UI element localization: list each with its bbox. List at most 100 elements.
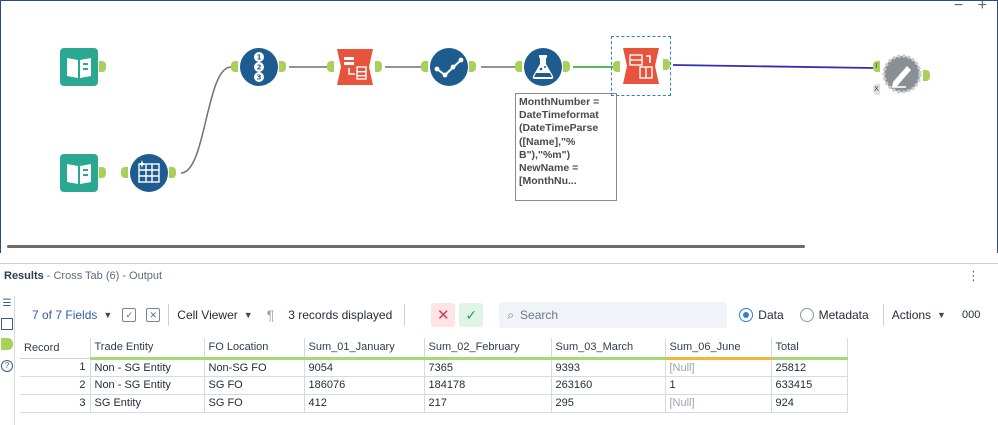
cell-sum-06-june[interactable]: [Null] [665, 394, 772, 413]
input-anchor[interactable] [421, 61, 428, 72]
cell-sum-02-february[interactable]: 7365 [424, 358, 552, 377]
actions-dropdown[interactable]: Actions ▼ [892, 302, 946, 328]
cell-total[interactable]: 633415 [771, 376, 848, 395]
output-anchor[interactable] [663, 59, 670, 70]
cell-fo-location[interactable]: Non-SG FO [204, 358, 305, 377]
chevron-down-icon: ▼ [103, 310, 113, 320]
cell-viewer-dropdown[interactable]: Cell Viewer ▼ [177, 302, 252, 328]
toolbar-divider [168, 304, 170, 326]
cell-record[interactable]: 1 [20, 358, 91, 377]
cell-sum-06-june[interactable]: 1 [665, 376, 772, 395]
output-anchor[interactable] [375, 61, 382, 72]
cross-tab-icon [623, 48, 659, 84]
more-button[interactable]: 000 [962, 309, 980, 321]
cell-fo-location[interactable]: SG FO [204, 376, 305, 395]
workflow-canvas[interactable]: − + 1 2 3 MonthNumber = DateTimeformat (… [0, 0, 998, 253]
input-data-tool-2[interactable] [59, 153, 99, 193]
data-radio[interactable]: Data [739, 302, 784, 328]
cell-total[interactable]: 924 [771, 394, 848, 413]
output-anchor[interactable] [563, 61, 570, 72]
close-box-icon[interactable]: ✕ [146, 308, 161, 322]
table-row[interactable]: 3 SG Entity SG FO 412 217 295 [Null] 924 [20, 394, 848, 413]
cell-trade-entity[interactable]: Non - SG Entity [90, 376, 205, 395]
column-header-sum-03-march[interactable]: Sum_03_March [551, 338, 666, 360]
column-header-trade-entity[interactable]: Trade Entity [90, 338, 205, 360]
help-icon[interactable]: ? [1, 360, 13, 372]
checkmark-icon: ✓ [465, 306, 478, 323]
pilcrow-icon[interactable]: ¶ [267, 307, 275, 323]
cell-sum-03-march[interactable]: 263160 [551, 376, 666, 395]
record-id-tool[interactable]: 1 2 3 [239, 47, 279, 87]
cell-record[interactable]: 2 [20, 376, 91, 395]
output-anchor[interactable] [469, 61, 476, 72]
toolbar-divider [404, 304, 406, 326]
checkbox-edit-icon[interactable]: ✓ [122, 308, 137, 322]
cell-viewer-label: Cell Viewer [177, 308, 238, 322]
cell-trade-entity[interactable]: SG Entity [90, 394, 205, 413]
column-header-sum-02-february[interactable]: Sum_02_February [424, 338, 552, 360]
close-icon: ✕ [436, 307, 450, 324]
table-view-icon[interactable] [1, 318, 13, 330]
more-options-icon[interactable]: ⋮ [967, 268, 980, 284]
table-row[interactable]: 2 Non - SG Entity SG FO 186076 184178 263160 1… [20, 376, 848, 395]
svg-text:3: 3 [257, 74, 262, 82]
column-header-record[interactable]: Record [20, 338, 91, 359]
cell-sum-01-january[interactable]: 186076 [304, 376, 425, 395]
input-anchor-secondary[interactable]: X [873, 84, 880, 95]
cancel-button[interactable]: ✕ [431, 303, 456, 327]
cell-sum-06-june[interactable]: [Null] [665, 358, 772, 377]
input-anchor[interactable] [231, 61, 238, 72]
results-toolbar: 7 of 7 Fields ▼ ✓ ✕ Cell Viewer ▼ ¶ 3 re… [18, 300, 998, 330]
chevron-down-icon: ▼ [937, 310, 946, 320]
column-header-sum-01-january[interactable]: Sum_01_January [304, 338, 425, 360]
cell-sum-01-january[interactable]: 412 [304, 394, 425, 413]
cell-sum-01-january[interactable]: 9054 [304, 358, 425, 377]
list-view-icon[interactable]: ☰ [1, 298, 13, 310]
transpose-icon [337, 49, 373, 85]
canvas-horizontal-scrollbar[interactable] [7, 245, 805, 248]
cell-fo-location[interactable]: SG FO [204, 394, 305, 413]
cell-record[interactable]: 3 [20, 394, 91, 413]
cell-sum-03-march[interactable]: 295 [551, 394, 666, 413]
search-box[interactable]: ⌕ [499, 302, 728, 328]
cell-sum-02-february[interactable]: 217 [424, 394, 552, 413]
formula-tool[interactable] [523, 47, 563, 87]
output-anchor[interactable] [99, 167, 106, 178]
cell-total[interactable]: 25812 [771, 358, 848, 377]
search-input[interactable] [520, 308, 711, 322]
column-header-sum-06-june[interactable]: Sum_06_June [665, 338, 772, 360]
input-anchor[interactable]: I [873, 61, 880, 72]
toolbar-divider [882, 304, 884, 326]
column-header-fo-location[interactable]: FO Location [204, 338, 305, 360]
anchor-select-icon[interactable] [1, 338, 13, 350]
input-anchor[interactable] [121, 167, 128, 178]
cell-trade-entity[interactable]: Non - SG Entity [90, 358, 205, 377]
fields-dropdown[interactable]: 7 of 7 Fields ▼ [32, 302, 112, 328]
cross-tab-tool[interactable] [621, 46, 661, 86]
accept-button[interactable]: ✓ [459, 303, 484, 327]
metadata-radio[interactable]: Metadata [799, 302, 869, 328]
dynamic-input-tool[interactable] [129, 153, 169, 193]
results-table: Record Trade Entity FO Location Sum_01_J… [20, 338, 848, 413]
output-anchor[interactable] [169, 167, 176, 178]
table-row[interactable]: 1 Non - SG Entity Non-SG FO 9054 7365 9393 [Nu… [20, 358, 848, 377]
actions-label: Actions [891, 308, 932, 322]
input-data-tool-1[interactable] [59, 47, 99, 87]
output-anchor[interactable] [923, 70, 930, 81]
cell-sum-03-march[interactable]: 9393 [551, 358, 666, 377]
input-anchor[interactable] [515, 61, 522, 72]
output-anchor[interactable] [99, 61, 106, 72]
input-anchor[interactable] [613, 61, 620, 72]
output-anchor[interactable] [279, 61, 286, 72]
grid-sparkle-icon [130, 154, 168, 192]
results-header: Results - Cross Tab (6) - Output [0, 264, 998, 288]
transpose-tool[interactable] [335, 47, 375, 87]
column-header-total[interactable]: Total [771, 338, 848, 360]
cell-sum-02-february[interactable]: 184178 [424, 376, 552, 395]
input-anchor[interactable] [327, 61, 334, 72]
fields-label: 7 of 7 Fields [32, 308, 98, 322]
select-tool[interactable] [429, 47, 469, 87]
browse-tool[interactable] [882, 54, 922, 94]
results-table-body: 1 Non - SG Entity Non-SG FO 9054 7365 9393 [Nu… [20, 358, 848, 413]
formula-annotation: MonthNumber = DateTimeformat (DateTimePa… [515, 93, 617, 201]
